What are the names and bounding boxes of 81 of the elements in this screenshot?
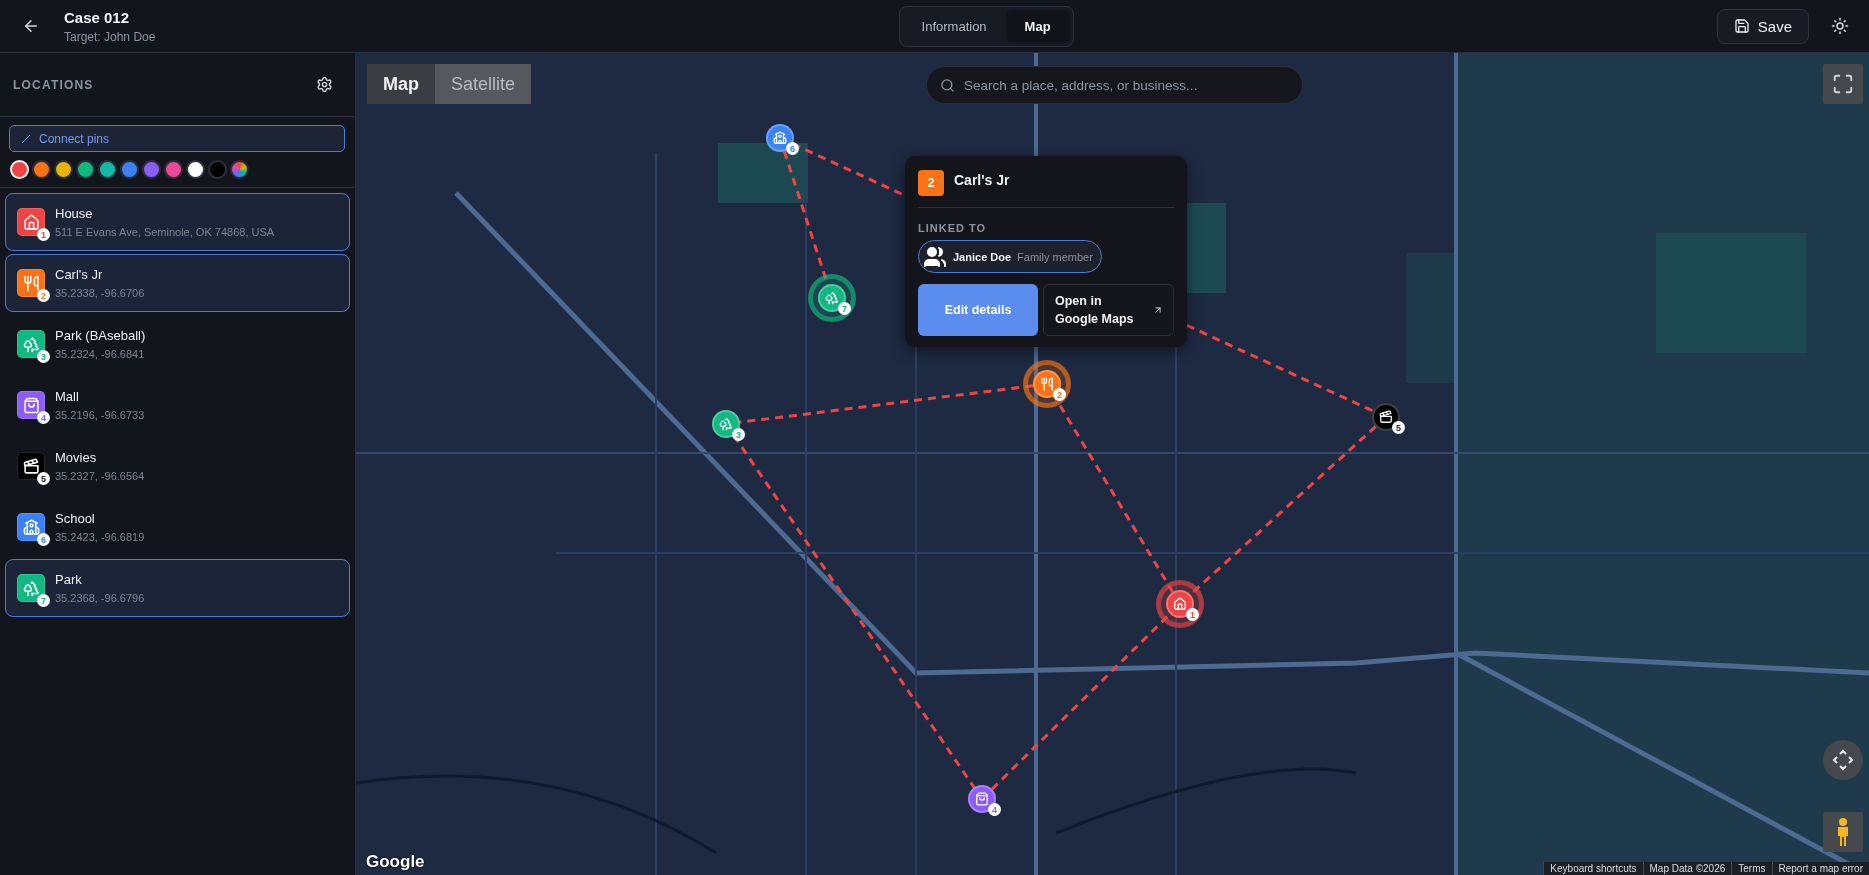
line-icon [21,133,31,144]
number-badge: 2 [37,289,50,302]
house-icon[interactable] [1166,590,1194,618]
location-detail: 35.2368, -96.6796 [55,592,145,604]
location-item[interactable]: 2 Carl's Jr 35.2338, -96.6706 [5,254,350,312]
location-name: Park (BAseball) [55,328,146,343]
location-detail: 35.2423, -96.6819 [55,531,145,543]
color-swatch[interactable] [164,160,183,179]
clapperboard-icon[interactable] [1372,403,1400,431]
location-item[interactable]: 3 Park (BAseball) 35.2324, -96.6841 [5,315,350,373]
location-detail: 511 E Evans Ave, Seminole, OK 74868, USA [55,226,275,238]
number-badge: 3 [37,350,50,363]
location-name: Movies [55,450,98,465]
number-badge: 2 [918,170,944,196]
map-logo: Google [366,852,425,872]
attribution-link[interactable]: Map Data ©2026 [1642,862,1732,875]
school-icon[interactable] [766,124,794,152]
view-tab[interactable]: Information [902,9,1006,43]
number-badge: 1 [1186,608,1199,621]
location-detail: 35.2324, -96.6841 [55,348,146,360]
person-icon [1835,817,1851,847]
location-item[interactable]: 7 Park 35.2368, -96.6796 [5,559,350,617]
location-item[interactable]: 5 Movies 35.2327, -96.6564 [5,437,350,495]
color-swatch[interactable] [32,160,51,179]
color-swatch[interactable] [230,160,249,179]
view-tab[interactable]: Map [1005,9,1070,43]
save-icon [1733,18,1750,34]
number-badge: 4 [37,411,50,424]
color-swatch[interactable] [76,160,95,179]
case-subtitle: Target: John Doe [64,29,156,44]
location-detail: 35.2338, -96.6706 [55,287,145,299]
linked-person-chip[interactable]: Janice Doe Family member [918,240,1102,273]
number-badge: 5 [37,472,50,485]
location-name: Carl's Jr [55,267,104,282]
color-swatch[interactable] [208,160,227,179]
pegman-button[interactable] [1823,812,1863,852]
location-item[interactable]: 4 Mall 35.2196, -96.6733 [5,376,350,434]
case-title: Case 012 [64,8,131,26]
location-name: Park [55,572,83,587]
location-detail: 35.2327, -96.6564 [55,470,145,482]
attribution-link[interactable]: Report a map error [1771,862,1869,875]
location-item[interactable]: 6 School 35.2423, -96.6819 [5,498,350,556]
linked-label: LINKED TO [918,222,988,234]
open-in-maps-button[interactable]: Open in Google Maps [1043,284,1174,336]
location-detail: 35.2196, -96.6733 [55,409,145,421]
sidebar-title: LOCATIONS [13,77,94,92]
connect-pins-button[interactable]: Connect pins [9,125,345,152]
save-button[interactable]: Save [1716,8,1809,44]
location-item[interactable]: 1 House 511 E Evans Ave, Seminole, OK 74868, USA [5,193,350,251]
color-swatch[interactable] [186,160,205,179]
number-badge: 2 [1053,388,1066,401]
search-field[interactable]: Search a place, address, or business... [926,66,1303,104]
people-icon [923,244,947,269]
number-badge: 3 [732,428,745,441]
popup-title: Carl's Jr [954,172,1010,188]
number-badge: 5 [1392,421,1405,434]
location-name: Mall [55,389,80,404]
trees-icon[interactable] [818,284,846,312]
external-link-icon [1153,305,1163,315]
map-type-button[interactable]: Satellite [435,64,532,104]
color-swatch[interactable] [120,160,139,179]
number-badge: 6 [37,533,50,546]
number-badge: 7 [838,302,851,315]
location-name: House [55,206,94,221]
number-badge: 4 [988,803,1001,816]
fullscreen-button[interactable] [1823,64,1863,104]
map-type-button[interactable]: Map [367,64,435,104]
utensils-icon[interactable] [1033,370,1061,398]
four-arrows-icon [1832,749,1854,771]
number-badge: 7 [37,594,50,607]
search-icon [940,78,955,93]
number-badge: 1 [37,228,50,241]
attribution-link[interactable]: Keyboard shortcuts [1543,862,1643,875]
trees-icon[interactable] [712,410,740,438]
fullscreen-icon [1832,73,1854,95]
color-swatch[interactable] [98,160,117,179]
location-name: School [55,511,96,526]
shopping-bag-icon[interactable] [968,785,996,813]
attribution-link[interactable]: Terms [1731,862,1772,875]
color-swatch[interactable] [54,160,73,179]
color-swatch[interactable] [142,160,161,179]
